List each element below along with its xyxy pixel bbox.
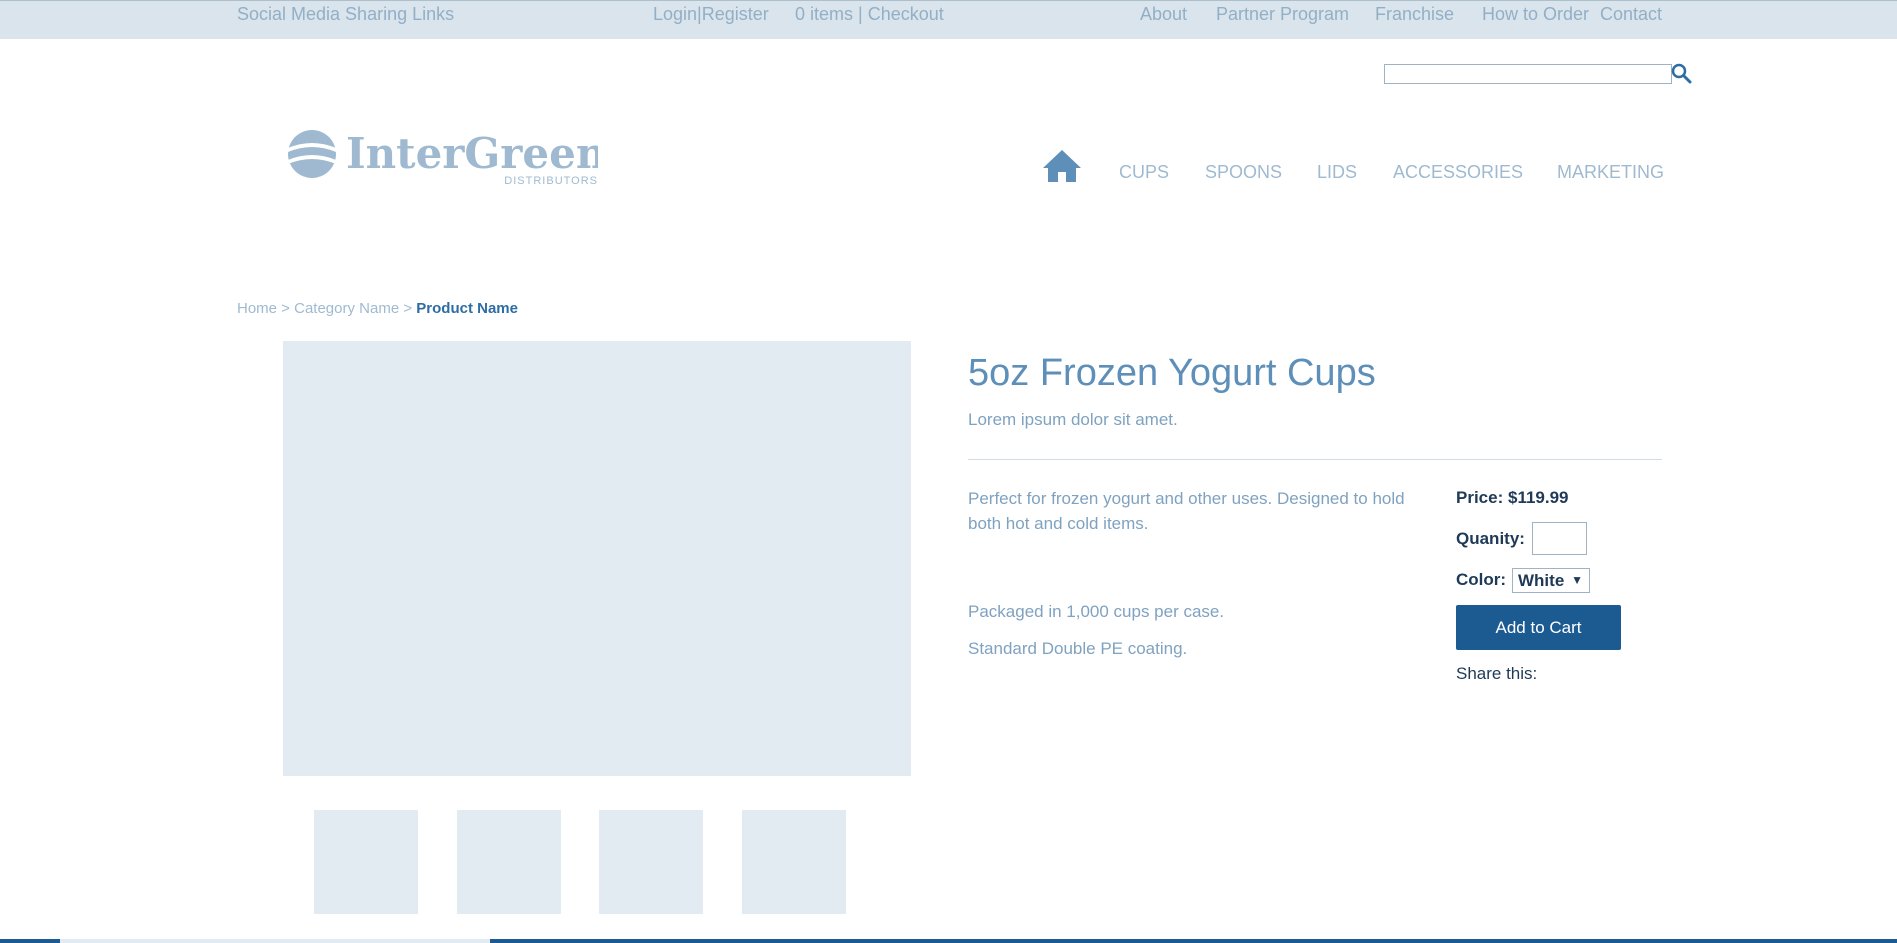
quantity-input[interactable] (1532, 522, 1587, 555)
product-coating: Standard Double PE coating. (968, 639, 1188, 658)
dropdown-arrow-icon: ▼ (1571, 573, 1583, 587)
home-icon[interactable] (1041, 148, 1083, 184)
divider (968, 459, 1662, 460)
color-select-value: White (1518, 571, 1565, 590)
bottom-accent-line (0, 939, 1897, 943)
breadcrumb-home[interactable]: Home (237, 300, 277, 317)
product-thumbnail[interactable] (742, 810, 846, 914)
partner-program-link[interactable]: Partner Program (1216, 4, 1349, 25)
price: Price: $119.99 (1456, 488, 1569, 508)
breadcrumb: Home > Category Name > Product Name (237, 300, 518, 317)
product-subtitle: Lorem ipsum dolor sit amet. (968, 410, 1178, 429)
share-label: Share this: (1456, 664, 1538, 683)
price-label: Price: (1456, 488, 1504, 507)
search-input[interactable] (1384, 64, 1672, 84)
bottom-accent-segment (60, 939, 490, 943)
nav-accessories[interactable]: ACCESSORIES (1393, 162, 1523, 183)
search-icon[interactable] (1670, 62, 1692, 84)
quantity-label: Quanity: (1456, 529, 1525, 548)
price-value: $119.99 (1507, 488, 1569, 507)
logo-text: InterGreen (346, 129, 598, 178)
product-thumbnail[interactable] (457, 810, 561, 914)
breadcrumb-category[interactable]: Category Name (294, 300, 399, 317)
product-title: 5oz Frozen Yogurt Cups (968, 352, 1376, 394)
product-description: Perfect for frozen yogurt and other uses… (968, 489, 1405, 533)
breadcrumb-separator: > (399, 300, 417, 317)
color-select[interactable]: White ▼ (1512, 568, 1590, 593)
breadcrumb-product: Product Name (416, 300, 518, 317)
nav-lids[interactable]: LIDS (1317, 162, 1357, 183)
nav-marketing[interactable]: MARKETING (1557, 162, 1664, 183)
product-thumbnail[interactable] (599, 810, 703, 914)
product-main-image[interactable] (283, 341, 911, 776)
nav-spoons[interactable]: SPOONS (1205, 162, 1282, 183)
cart-checkout-link[interactable]: 0 items | Checkout (795, 4, 944, 25)
add-to-cart-button[interactable]: Add to Cart (1456, 605, 1621, 650)
logo-subtext: DISTRIBUTORS (504, 175, 598, 187)
breadcrumb-separator: > (277, 300, 295, 317)
social-links[interactable]: Social Media Sharing Links (237, 4, 454, 25)
login-register-link[interactable]: Login|Register (653, 4, 769, 25)
nav-cups[interactable]: CUPS (1119, 162, 1169, 183)
product-thumbnail[interactable] (314, 810, 418, 914)
how-to-order-link[interactable]: How to Order (1482, 4, 1589, 25)
product-packaging: Packaged in 1,000 cups per case. (968, 602, 1225, 621)
franchise-link[interactable]: Franchise (1375, 4, 1454, 25)
about-link[interactable]: About (1140, 4, 1187, 25)
contact-link[interactable]: Contact (1600, 4, 1662, 25)
intergreen-logo[interactable]: InterGreen DISTRIBUTORS (288, 126, 598, 188)
color-label: Color: (1456, 570, 1507, 589)
top-bar: Social Media Sharing Links Login|Registe… (0, 0, 1897, 39)
